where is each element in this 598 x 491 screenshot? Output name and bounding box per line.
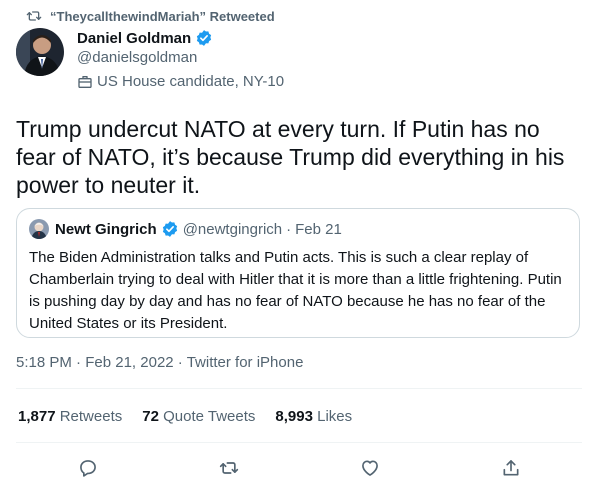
retweets-count: 1,877 — [18, 408, 56, 425]
author-avatar[interactable] — [16, 28, 64, 76]
likes-label: Likes — [317, 408, 353, 425]
tweet-time[interactable]: 5:18 PM — [16, 354, 72, 371]
retweets-stat[interactable]: 1,877 Retweets — [18, 408, 122, 425]
likes-count: 8,993 — [275, 408, 313, 425]
quoted-tweet-header: Newt Gingrich @newtgingrich · Feb 21 — [29, 219, 342, 239]
reply-button[interactable] — [75, 455, 101, 481]
retweet-button[interactable] — [216, 455, 242, 481]
share-button[interactable] — [498, 455, 524, 481]
retweet-icon — [219, 462, 239, 474]
tweet-stats: 1,877 Retweets 72 Quote Tweets 8,993 Lik… — [18, 408, 352, 425]
tweet-metadata: 5:18 PM · Feb 21, 2022 · Twitter for iPh… — [16, 354, 303, 371]
verified-badge-icon — [197, 30, 212, 46]
divider — [16, 442, 582, 443]
like-button[interactable] — [357, 455, 383, 481]
author-bio-text: US House candidate, NY-10 — [97, 73, 285, 90]
tweet-text: Trump undercut NATO at every turn. If Pu… — [16, 116, 565, 198]
retweet-context-label: “TheycallthewindMariah” Retweeted — [50, 8, 275, 24]
share-icon — [503, 460, 519, 476]
quoted-tweet-text: The Biden Administration talks and Putin… — [29, 249, 562, 332]
author-info: Daniel Goldman @danielsgoldman US House … — [77, 28, 284, 91]
quoted-date: Feb 21 — [295, 220, 342, 238]
divider — [16, 388, 582, 389]
heart-icon — [362, 460, 378, 476]
quoted-separator: · — [286, 220, 292, 238]
likes-stat[interactable]: 8,993 Likes — [275, 408, 352, 425]
quoted-tweet[interactable]: Newt Gingrich @newtgingrich · Feb 21 The… — [16, 208, 580, 338]
verified-badge-icon — [162, 221, 177, 237]
quoted-author-name: Newt Gingrich — [55, 220, 157, 238]
tweet-actions — [0, 455, 598, 481]
author-name[interactable]: Daniel Goldman — [77, 30, 191, 47]
quote-tweets-count: 72 — [142, 408, 159, 425]
author-bio: US House candidate, NY-10 — [77, 73, 284, 90]
retweet-icon — [26, 11, 42, 21]
author-handle[interactable]: @danielsgoldman — [77, 49, 284, 69]
retweet-context[interactable]: “TheycallthewindMariah” Retweeted — [26, 8, 275, 24]
reply-icon — [80, 460, 96, 477]
meta-separator: · — [76, 354, 82, 371]
tweet-date[interactable]: Feb 21, 2022 — [85, 354, 173, 371]
quote-tweets-stat[interactable]: 72 Quote Tweets — [142, 408, 255, 425]
retweets-label: Retweets — [59, 408, 123, 425]
author-name-row: Daniel Goldman — [77, 28, 284, 48]
tweet-source[interactable]: Twitter for iPhone — [187, 354, 304, 371]
briefcase-icon — [78, 75, 92, 88]
quoted-author-avatar — [29, 219, 49, 239]
quoted-author-handle: @newtgingrich — [182, 220, 283, 238]
quote-tweets-label: Quote Tweets — [163, 408, 256, 425]
meta-separator: · — [177, 354, 183, 371]
